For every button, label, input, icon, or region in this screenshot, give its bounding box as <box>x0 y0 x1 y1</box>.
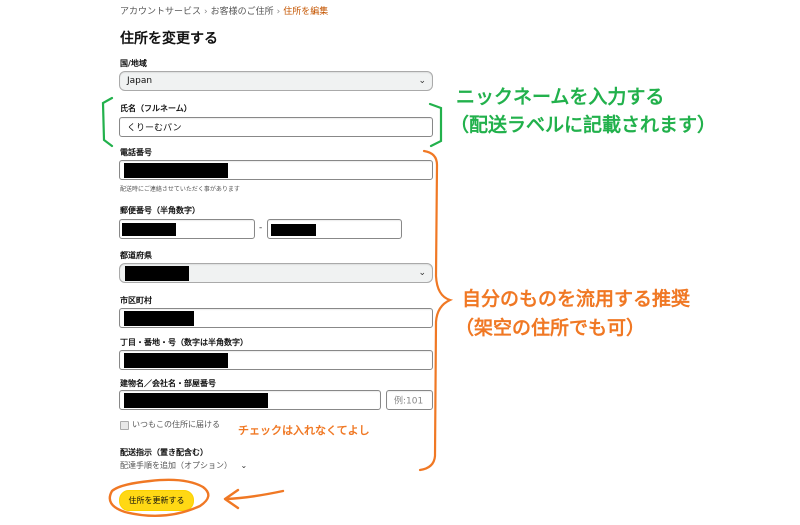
orange-circle <box>108 478 210 517</box>
annotation-strokes <box>101 96 454 517</box>
green-bracket-right <box>428 102 443 148</box>
green-bracket-left <box>101 96 114 148</box>
orange-brace <box>418 149 454 472</box>
